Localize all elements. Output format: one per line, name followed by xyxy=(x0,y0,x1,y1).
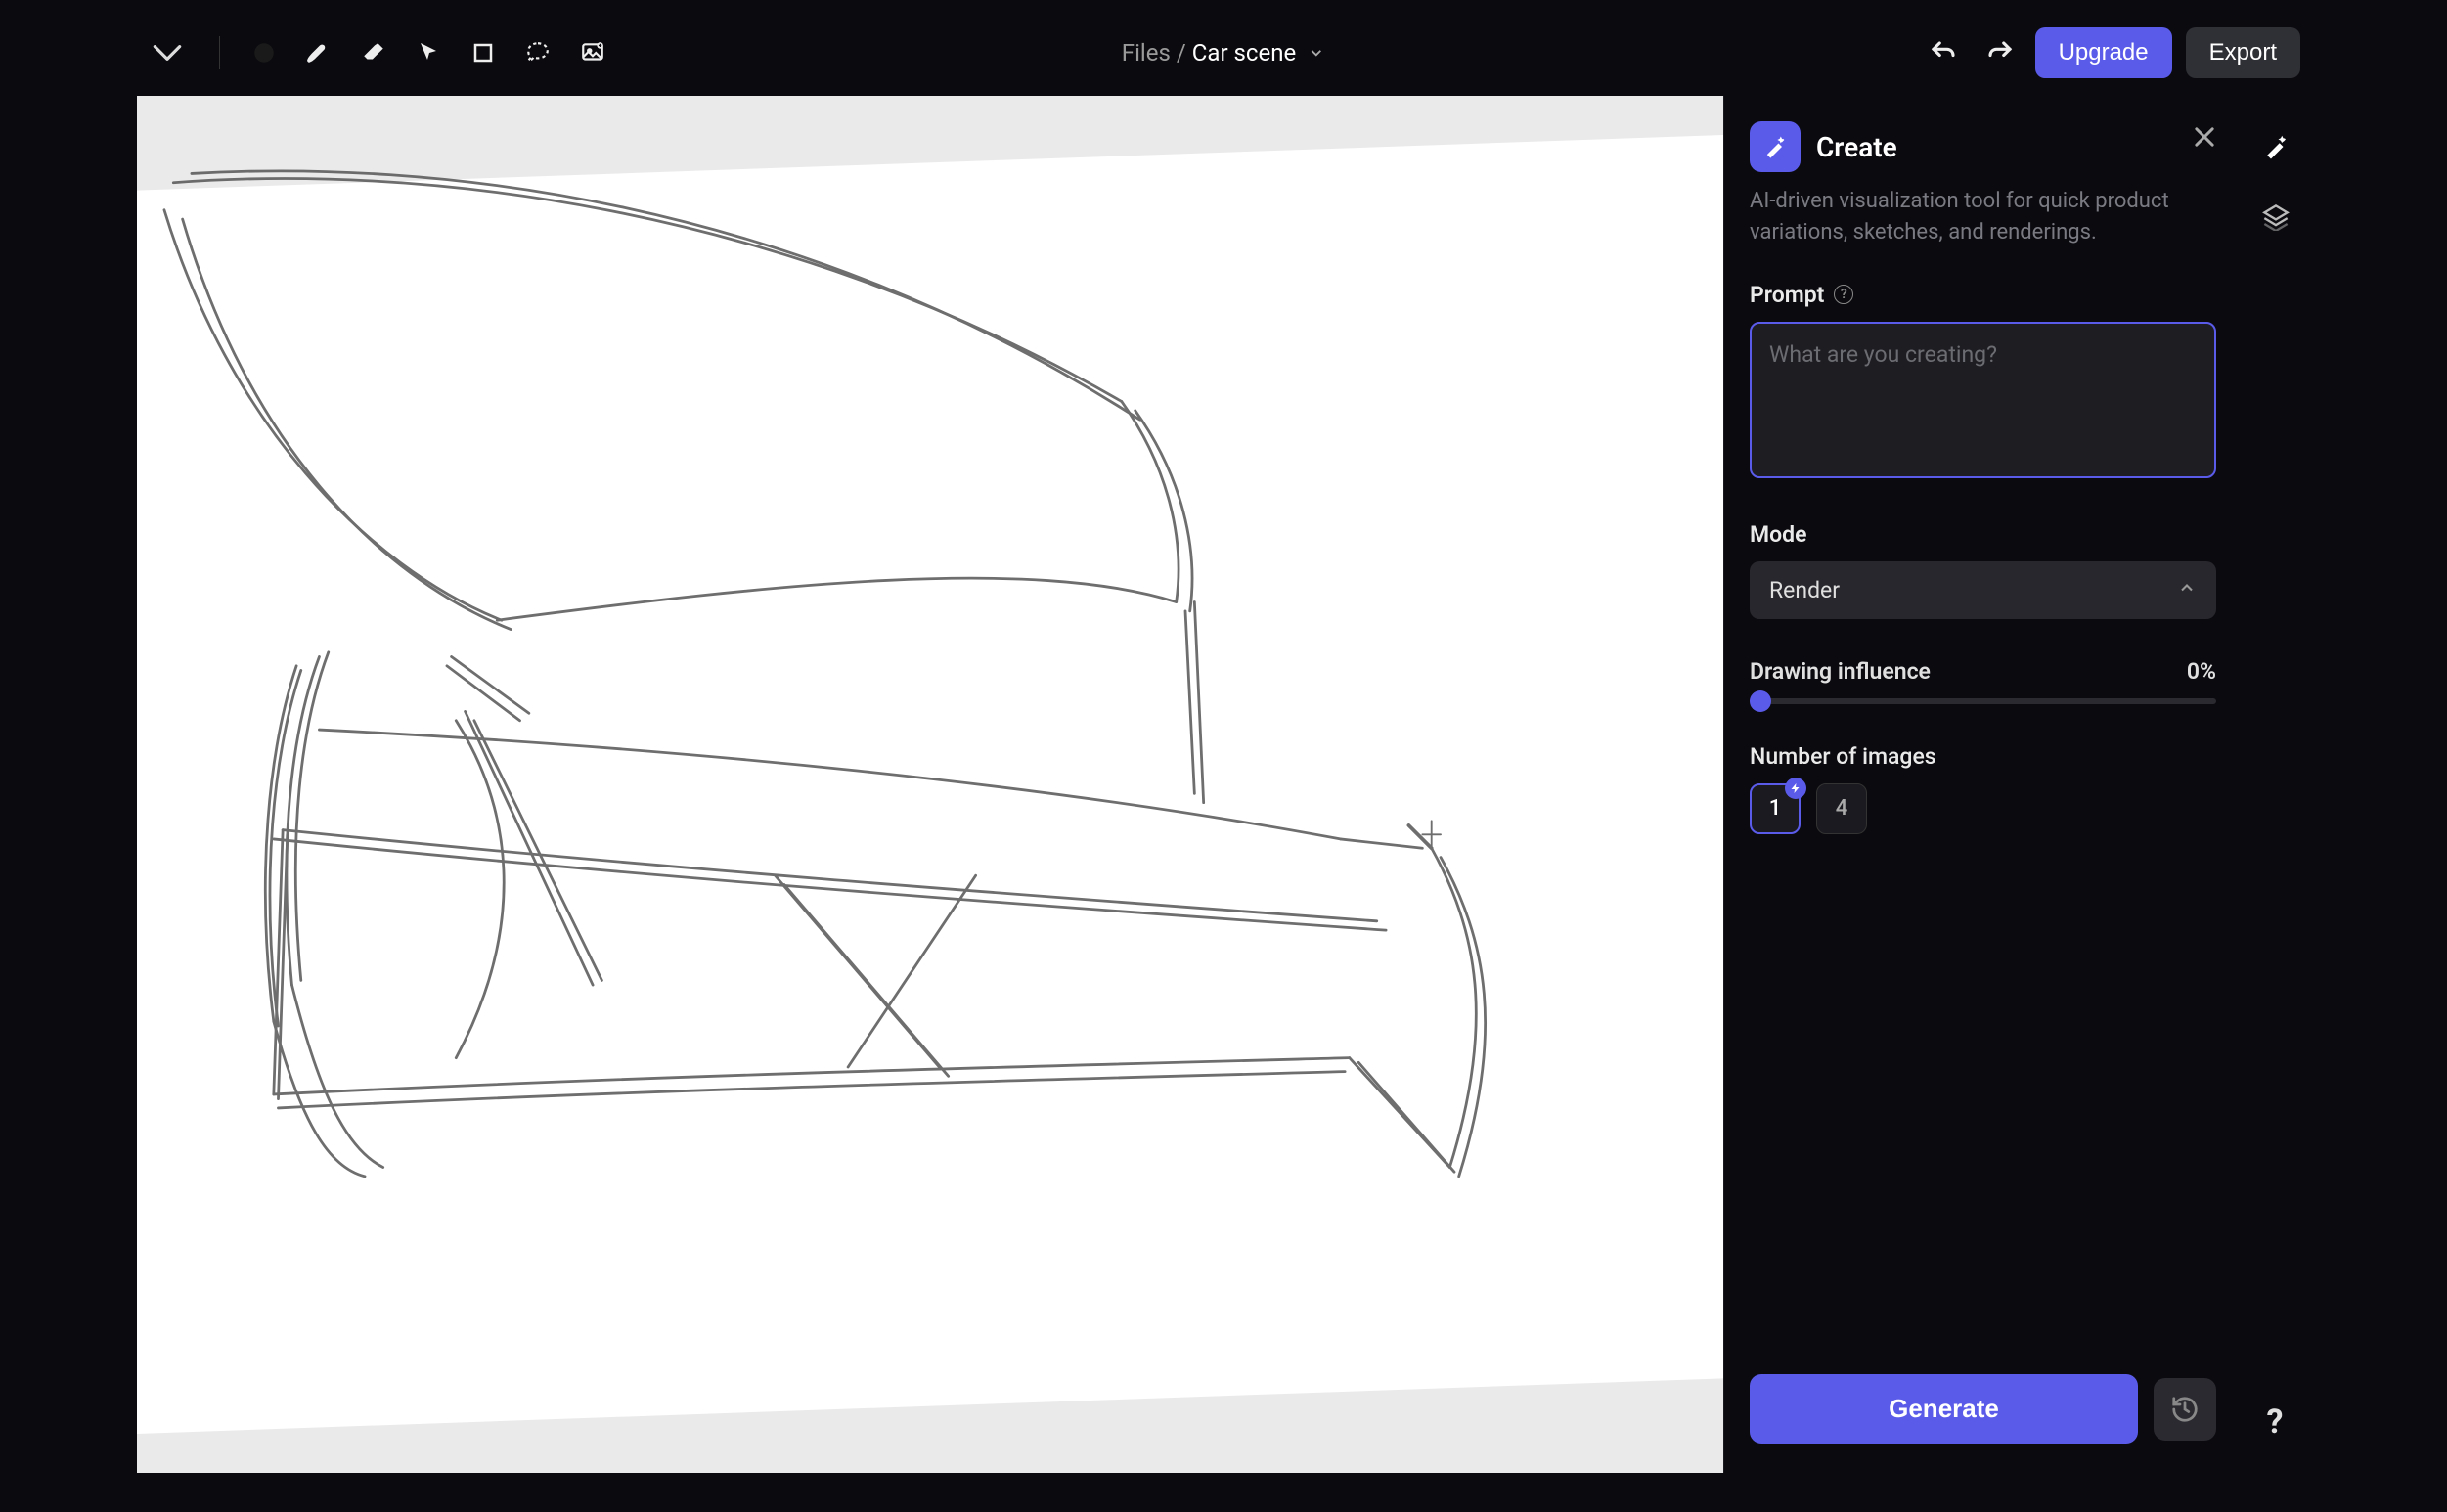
undo-button[interactable] xyxy=(1922,31,1965,74)
right-rail xyxy=(2242,96,2310,1473)
redo-button[interactable] xyxy=(1979,31,2022,74)
export-button[interactable]: Export xyxy=(2186,27,2300,78)
chevron-up-icon xyxy=(2177,577,2197,603)
mode-value: Render xyxy=(1769,577,1840,603)
toolbar-divider xyxy=(219,36,220,69)
layers-tab[interactable] xyxy=(2254,196,2297,239)
breadcrumb-root: Files xyxy=(1122,39,1171,67)
panel-title: Create xyxy=(1816,131,1897,163)
magic-wand-icon xyxy=(1750,121,1801,172)
panel-description: AI-driven visualization tool for quick p… xyxy=(1750,186,2216,248)
breadcrumb[interactable]: Files / Car scene xyxy=(1122,39,1325,67)
num-images-label: Number of images xyxy=(1750,743,1936,770)
eraser-tool[interactable] xyxy=(351,30,396,75)
num-option-1[interactable]: 1 xyxy=(1750,783,1801,834)
pointer-tool[interactable] xyxy=(406,30,451,75)
history-button[interactable] xyxy=(2154,1378,2216,1441)
num-option-4[interactable]: 4 xyxy=(1816,783,1867,834)
mode-select[interactable]: Render xyxy=(1750,561,2216,619)
lasso-tool[interactable] xyxy=(515,30,560,75)
breadcrumb-separator: / xyxy=(1177,39,1186,67)
ai-tools-tab[interactable] xyxy=(2254,125,2297,168)
app-logo[interactable] xyxy=(147,32,188,73)
create-panel: Create AI-driven visualization tool for … xyxy=(1723,96,2242,1473)
canvas[interactable] xyxy=(137,96,1723,1473)
help-icon[interactable]: ? xyxy=(1834,285,1853,304)
prompt-label: Prompt xyxy=(1750,282,1824,308)
brush-tool[interactable] xyxy=(296,30,341,75)
close-panel-button[interactable] xyxy=(2191,123,2218,155)
fast-badge-icon xyxy=(1785,778,1806,799)
influence-label: Drawing influence xyxy=(1750,658,1931,685)
car-sketch xyxy=(137,96,1723,1473)
chevron-down-icon[interactable] xyxy=(1308,44,1325,62)
color-tool[interactable] xyxy=(242,30,287,75)
help-button[interactable]: ? xyxy=(2255,1402,2294,1442)
slider-thumb[interactable] xyxy=(1750,690,1771,712)
image-tool[interactable] xyxy=(570,30,615,75)
rectangle-tool[interactable] xyxy=(461,30,506,75)
breadcrumb-current: Car scene xyxy=(1192,39,1296,67)
upgrade-button[interactable]: Upgrade xyxy=(2035,27,2172,78)
influence-value: 0% xyxy=(2187,658,2216,685)
mode-label: Mode xyxy=(1750,521,1806,548)
prompt-input[interactable] xyxy=(1750,322,2216,478)
generate-button[interactable]: Generate xyxy=(1750,1374,2138,1444)
influence-slider[interactable] xyxy=(1750,698,2216,704)
